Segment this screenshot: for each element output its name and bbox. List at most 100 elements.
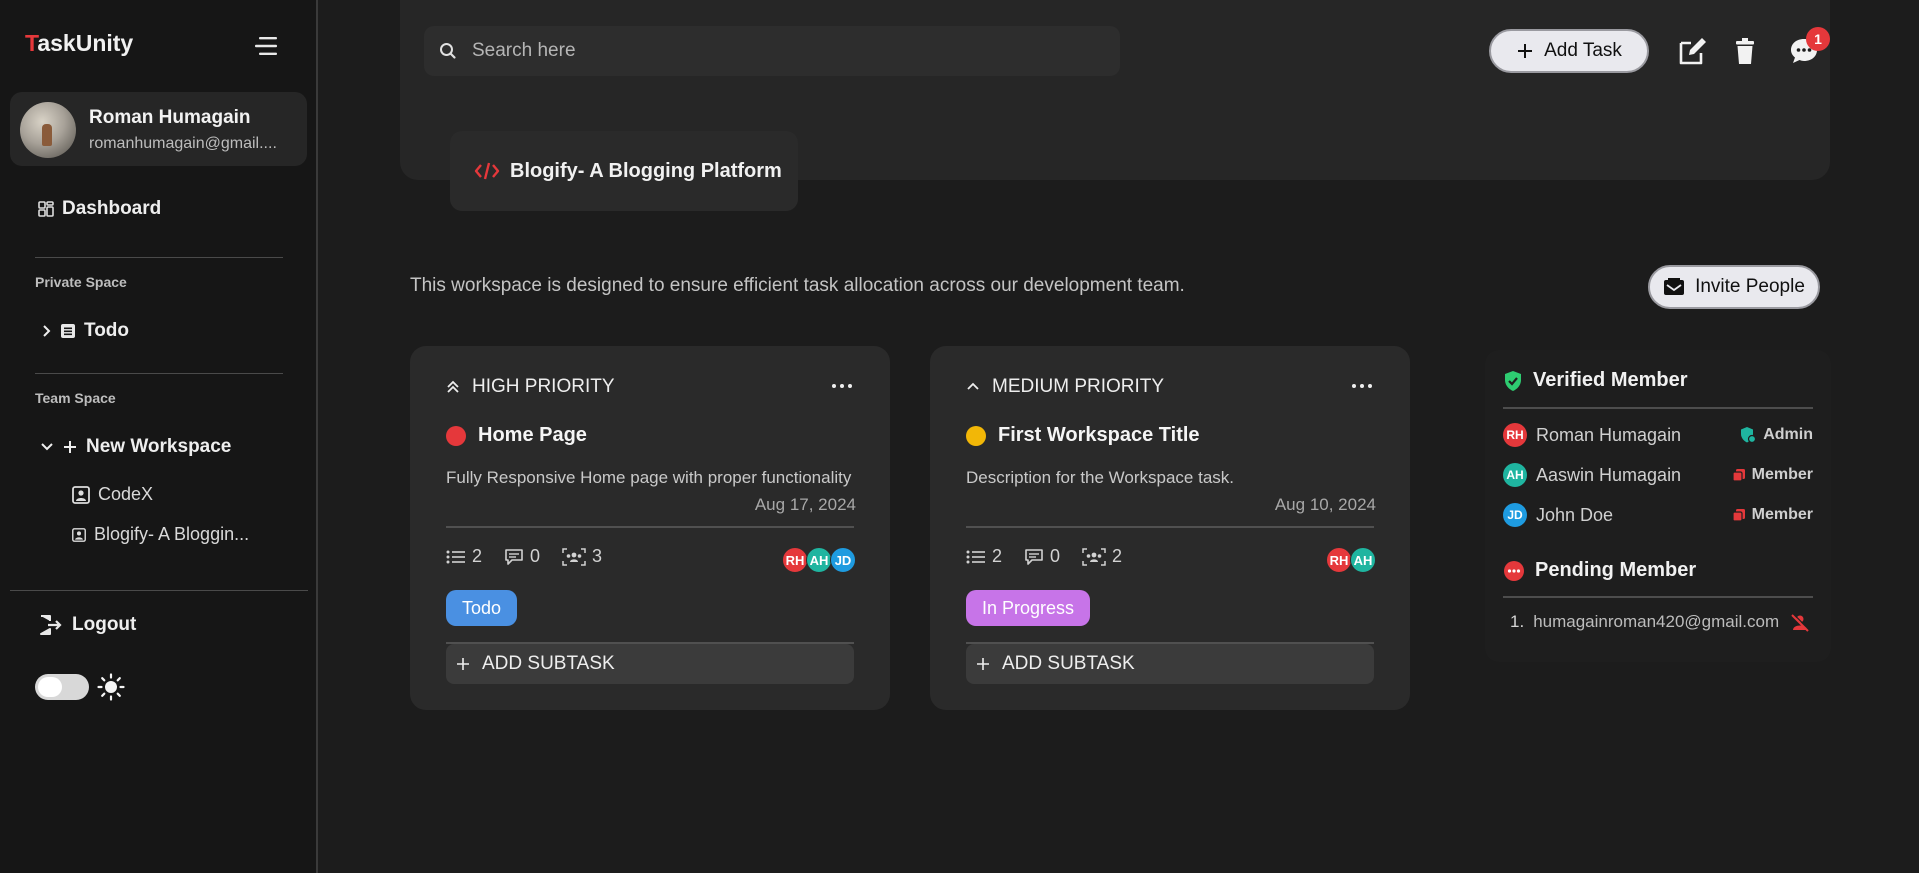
comment-count-value: 0 xyxy=(1050,546,1061,566)
task-card[interactable]: HIGH PRIORITY Home Page Fully Responsive… xyxy=(410,346,890,710)
invite-people-button[interactable]: Invite People xyxy=(1648,265,1820,309)
avatar: RH xyxy=(1503,423,1527,447)
workspace-icon xyxy=(72,527,86,542)
pending-member-title: Pending Member xyxy=(1535,559,1697,581)
comment-count-value: 0 xyxy=(530,546,541,566)
member-row[interactable]: JD John Doe Member xyxy=(1503,503,1813,527)
remove-user-icon[interactable] xyxy=(1790,613,1810,633)
chevron-down-icon[interactable] xyxy=(40,442,54,452)
edit-icon[interactable] xyxy=(1676,34,1710,68)
avatar: JD xyxy=(1503,503,1527,527)
add-subtask-label: ADD SUBTASK xyxy=(1002,653,1135,674)
add-subtask-button[interactable]: ADD SUBTASK xyxy=(966,644,1374,684)
workspace-title: Blogify- A Blogging Platform xyxy=(510,159,782,182)
status-badge[interactable]: Todo xyxy=(446,590,518,626)
member-name: Aaswin Humagain xyxy=(1536,464,1682,485)
verified-member-heading: Verified Member xyxy=(1503,369,1688,392)
task-title-row[interactable]: Home Page xyxy=(446,424,587,447)
pending-email: humagainroman420@gmail.com xyxy=(1533,612,1780,631)
logout-icon xyxy=(40,615,62,635)
list-bullets-icon xyxy=(966,550,985,563)
high-priority-icon xyxy=(447,380,459,393)
priority-header: HIGH PRIORITY xyxy=(446,376,615,398)
sidebar-divider xyxy=(10,590,308,591)
brand-logo[interactable]: TaskUnity xyxy=(25,30,133,57)
theme-toggle[interactable] xyxy=(35,674,89,700)
member-count-value: 2 xyxy=(1112,546,1123,566)
nav-dashboard-label: Dashboard xyxy=(62,198,162,219)
sidebar-item-todo[interactable]: Todo xyxy=(42,320,129,342)
subtask-count[interactable]: 2 xyxy=(446,546,482,567)
notification-badge: 1 xyxy=(1806,27,1830,51)
list-bullets-icon xyxy=(446,550,465,563)
member-count-value: 3 xyxy=(592,546,603,566)
verified-shield-icon xyxy=(1505,370,1521,391)
subtask-count[interactable]: 2 xyxy=(966,546,1002,567)
new-workspace-item[interactable]: New Workspace xyxy=(40,436,231,458)
brand-name: askUnity xyxy=(37,30,134,56)
panel-divider xyxy=(1503,596,1813,598)
member-count[interactable]: 3 xyxy=(562,546,602,567)
invite-people-label: Invite People xyxy=(1695,276,1805,297)
task-stats: 2 0 3 xyxy=(446,546,602,567)
subtask-count-value: 2 xyxy=(992,546,1003,566)
avatar[interactable]: RH xyxy=(782,547,808,573)
plus-icon xyxy=(64,441,76,453)
pending-index: 1. xyxy=(1510,612,1525,631)
assignee-avatars: RH AH JD xyxy=(782,547,856,573)
member-role-label: Admin xyxy=(1763,426,1813,443)
task-due-date: Aug 10, 2024 xyxy=(1274,495,1376,514)
search-input[interactable] xyxy=(472,40,1072,62)
sidebar-item-codex[interactable]: CodeX xyxy=(72,484,153,505)
logout-label: Logout xyxy=(72,614,137,635)
panel-divider xyxy=(1503,407,1813,409)
sidebar-item-todo-label: Todo xyxy=(84,320,130,341)
plus-icon xyxy=(1518,44,1533,58)
card-divider xyxy=(966,526,1374,528)
member-row[interactable]: AH Aaswin Humagain Member xyxy=(1503,463,1813,487)
member-role: Admin xyxy=(1739,426,1813,444)
plus-icon xyxy=(457,658,469,670)
status-badge[interactable]: In Progress xyxy=(966,590,1091,626)
chevron-right-icon[interactable] xyxy=(42,324,52,338)
member-name: John Doe xyxy=(1536,504,1614,525)
menu-toggle-icon[interactable] xyxy=(255,35,281,57)
task-card[interactable]: MEDIUM PRIORITY First Workspace Title De… xyxy=(930,346,1410,710)
members-panel: Verified Member RH Roman Humagain Admin … xyxy=(1485,350,1831,662)
assignee-avatars: RH AH xyxy=(1326,547,1376,573)
member-count[interactable]: 2 xyxy=(1082,546,1122,567)
member-row[interactable]: RH Roman Humagain Admin xyxy=(1503,423,1813,447)
member-badge-icon xyxy=(1732,509,1745,522)
add-subtask-button[interactable]: ADD SUBTASK xyxy=(446,644,854,684)
task-due-date: Aug 17, 2024 xyxy=(754,495,856,514)
search-bar[interactable] xyxy=(424,26,1120,76)
workspace-description: This workspace is designed to ensure eff… xyxy=(410,275,1185,296)
comment-count[interactable]: 0 xyxy=(1024,546,1060,567)
priority-label: MEDIUM PRIORITY xyxy=(992,376,1165,397)
dashboard-icon xyxy=(38,201,54,217)
workspace-title-tab[interactable]: Blogify- A Blogging Platform xyxy=(450,131,798,211)
avatar[interactable]: RH xyxy=(1326,547,1352,573)
task-description: Fully Responsive Home page with proper f… xyxy=(446,468,852,487)
user-name: Roman Humagain xyxy=(89,107,251,128)
more-options-icon[interactable] xyxy=(830,376,854,396)
comment-icon xyxy=(505,548,523,565)
avatar[interactable]: AH xyxy=(1350,547,1376,573)
sidebar-item-blogify[interactable]: Blogify- A Bloggin... xyxy=(72,524,249,545)
pending-member-heading: Pending Member xyxy=(1503,559,1696,582)
list-icon xyxy=(61,324,75,338)
comment-count[interactable]: 0 xyxy=(504,546,540,567)
avatar[interactable]: AH xyxy=(806,547,832,573)
logout-button[interactable]: Logout xyxy=(38,614,136,636)
add-task-button[interactable]: Add Task xyxy=(1489,29,1649,73)
sun-icon[interactable] xyxy=(97,673,125,701)
nav-dashboard[interactable]: Dashboard xyxy=(38,198,161,220)
delete-icon[interactable] xyxy=(1728,34,1762,68)
more-options-icon[interactable] xyxy=(1350,376,1374,396)
user-profile-card[interactable]: Roman Humagain romanhumagain@gmail.... xyxy=(10,92,307,166)
priority-label: HIGH PRIORITY xyxy=(472,376,615,397)
sidebar-item-blogify-label: Blogify- A Bloggin... xyxy=(94,524,250,544)
add-task-label: Add Task xyxy=(1544,40,1622,61)
avatar[interactable]: JD xyxy=(830,547,856,573)
task-title-row[interactable]: First Workspace Title xyxy=(966,424,1200,447)
